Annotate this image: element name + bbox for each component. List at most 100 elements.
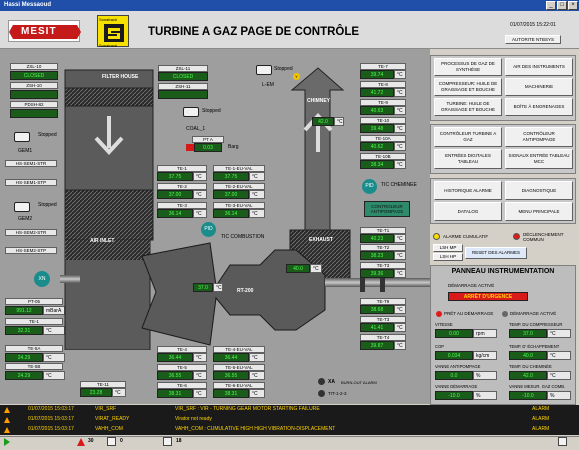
chimney-te-value: 39.74 [360, 70, 394, 79]
zsh11-label: ZSH-11 [158, 83, 208, 90]
cop-value: 0.034 [435, 351, 473, 360]
te1-label: TE-1 [157, 165, 207, 172]
gem1-motor-icon[interactable] [14, 132, 30, 142]
declenchement-indicator [513, 233, 520, 240]
te5-unit: °C [193, 371, 207, 380]
pt05-value: 991.12 [5, 306, 43, 315]
te5-euval-label: TE-5-EU-VAL [213, 364, 265, 371]
coal-motor-icon[interactable] [183, 107, 199, 117]
te6-euval-unit: °C [249, 389, 265, 398]
ack-icon[interactable] [107, 437, 116, 446]
exhaust-te-label: TE-T9 [360, 298, 406, 305]
pta-label: PT A [192, 136, 224, 143]
te5-value: 36.55 [157, 371, 193, 380]
alarm-cumul-indicator [433, 233, 440, 240]
alarm-warning-icon [4, 427, 10, 433]
nav-button[interactable]: MENU PRINCIPALE [505, 202, 573, 221]
alarm-time: 01/07/2015 15:03:17 [28, 426, 74, 432]
maximize-button[interactable]: □ [557, 1, 567, 10]
exhaust-te-label: TE-T1 [360, 227, 406, 234]
exhaust-te-unit: °C [394, 251, 406, 260]
controleur-antipompage-button[interactable]: CONTROLEUR ANTIPOMPAGE [364, 201, 410, 217]
lsh-mp-button[interactable]: LSH MP [433, 244, 463, 252]
chimney-te-unit: °C [394, 160, 406, 169]
te4-value: 36.44 [157, 353, 193, 362]
nav-button[interactable]: MACHINERIE [505, 78, 573, 96]
rt200-label: RT-200 [237, 288, 254, 294]
te2-euval-unit: °C [249, 190, 265, 199]
minimize-button[interactable]: _ [546, 1, 556, 10]
chimney-te-unit: °C [394, 124, 406, 133]
chimney-te-label: TE-10B [360, 153, 406, 160]
pta-unit: Barg [228, 144, 239, 150]
temp_comp-unit: °C [547, 329, 571, 338]
vanne_anti-value: 0.0 [435, 371, 473, 380]
lsh-hp-button[interactable]: LSH HP [433, 253, 463, 261]
hs-sem1-str[interactable]: HS-SEM1-STR [5, 160, 57, 167]
hs-sem1-stp[interactable]: HS-SEM1-STP [5, 179, 57, 186]
arret-urgence-status: ARRÊT D'URGENCE [448, 292, 528, 301]
window-title-bar: Hassi Messaoud [0, 0, 579, 11]
pta-alarm-indicator [186, 144, 194, 151]
zsl10-label: ZSL-10 [10, 63, 58, 70]
settings-icon[interactable] [558, 437, 567, 446]
exhaust-te-value: 40.23 [360, 234, 394, 243]
te4-label: TE-4 [157, 346, 207, 353]
hs-sem2-str[interactable]: HS-SEM2-STR [5, 229, 57, 236]
zsh10-label: ZSH-10 [10, 82, 58, 89]
vanne_dem-unit: % [473, 391, 497, 400]
vanne_anti-label: VANNE ANTIPOMPAGE [435, 364, 481, 369]
nav-button[interactable]: ENTRÉES DIGITALES TABLEAU [434, 149, 502, 169]
reset-alarms-button[interactable]: RESET DES ALARMES [465, 247, 527, 259]
nav-button[interactable]: HISTORIQUE ALARME [434, 181, 502, 200]
xa-label: XA [328, 379, 335, 385]
tic-cheminee-pid[interactable]: PID [362, 179, 377, 194]
hs-sem2-stp[interactable]: HS-SEM2-STP [5, 247, 57, 254]
pdsh82-value [10, 109, 58, 118]
lem-motor-icon[interactable] [256, 65, 272, 75]
nav-button[interactable]: COMPRESSEUR: HUILE DE GRAISSAGE ET BOUCH… [434, 78, 502, 96]
temp_chem-label: TEMP. DU CHEMINÉE [509, 364, 552, 369]
alarm-type: ALARM [532, 416, 550, 422]
alarm-cumul-label: ALARME CUMULATIF [443, 234, 489, 239]
alarm-warning-icon [4, 407, 10, 413]
cop-label: COP [435, 344, 445, 349]
info-icon[interactable] [163, 437, 172, 446]
instr-title: PANNEAU INSTRUMENTATION [451, 268, 555, 275]
te1-value: 37.75 [157, 172, 193, 181]
demarrage-actif-label: DÉMARRAGE ACTIVÉ [510, 311, 557, 316]
alarm-tag: VIR_SRF [95, 406, 117, 412]
play-icon[interactable] [4, 438, 10, 446]
vitesse-value: 0.00 [435, 329, 473, 338]
nav-button[interactable]: CONTRÔLEUR TURBINE A GAZ [434, 127, 502, 147]
sonatrach-logo-top-text: Sonatrach [99, 17, 118, 22]
exhaust-te-unit: °C [394, 323, 406, 332]
nav-button[interactable]: TURBINE: HUILE DE GRAISSAGE ET BOUCHE [434, 98, 502, 116]
tic-combustion-pid[interactable]: PID [201, 222, 216, 237]
close-button[interactable]: × [568, 1, 578, 10]
chimney-te-value: 41.72 [360, 88, 394, 97]
authority-button[interactable]: AUTORITE NTBSYS [505, 35, 561, 44]
nav-button[interactable]: CONTRÔLEUR ANTIPOMPAGE [505, 127, 573, 147]
nav-button[interactable]: PROCESSUS DE GAZ DE SYNTHÈSE [434, 58, 502, 76]
pta-value: 0.03 [194, 143, 222, 152]
nav-button[interactable]: DIAGNOSTIQUE [505, 181, 573, 200]
gem2-motor-icon[interactable] [14, 202, 30, 212]
nav-button[interactable]: BOÎTE À ENGRENAGES [505, 98, 573, 116]
alarm-message: VAHH_COM : CUMULATIVE HIGH HIGH VIBRATIO… [175, 426, 336, 432]
exhaust-te-value: 38.68 [360, 305, 394, 314]
exhaust-te-label: TE-T3 [360, 316, 406, 323]
nav-button[interactable]: SIGNAUX ENTRÉE TABLEAU MCC [505, 149, 573, 169]
sonatrach-logo: Sonatrach Sonatrach [97, 15, 129, 48]
te5b-unit: °C [43, 371, 65, 380]
nav-button[interactable]: DATALOG [434, 202, 502, 221]
chimney-te-value: 38.34 [360, 160, 394, 169]
alarm-row[interactable] [0, 415, 579, 425]
vitesse-label: VITESSE [435, 322, 453, 327]
chimney-te-unit: °C [394, 70, 406, 79]
nav-button[interactable]: AIR DES INSTRUMENTS [505, 58, 573, 76]
te2-label: TE-2 [157, 183, 207, 190]
alarm-warning-icon [4, 417, 10, 423]
tit-label: TIT-1-2-3 [328, 391, 347, 396]
vanne_gaz-label: VANNE MESUR. GAZ COMB. [509, 384, 566, 389]
